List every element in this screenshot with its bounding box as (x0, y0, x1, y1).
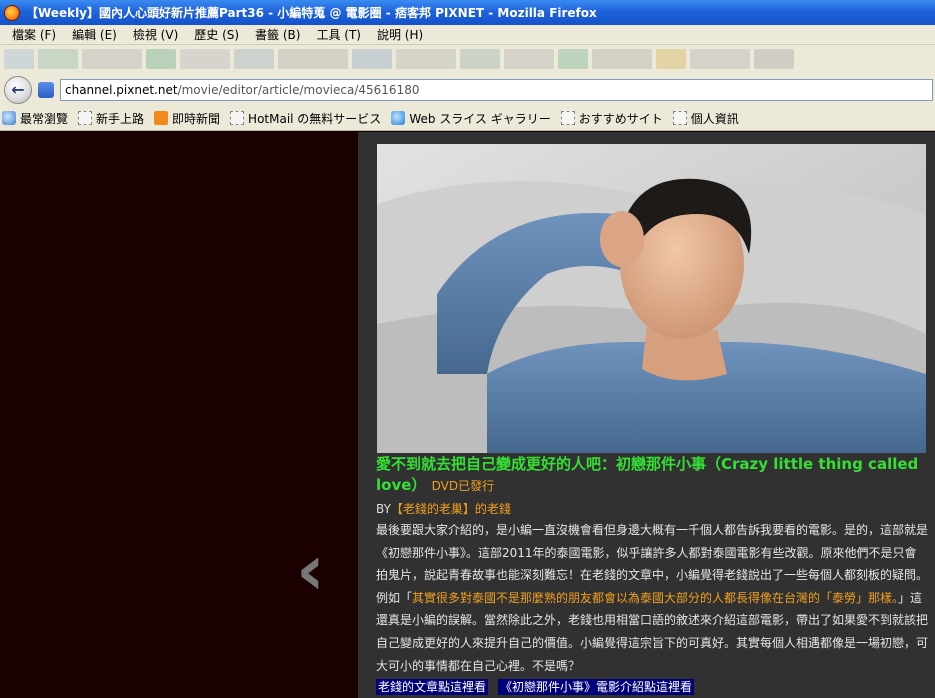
menu-bar: 檔案 (F) 編輯 (E) 檢視 (V) 歷史 (S) 書籤 (B) 工具 (T… (0, 25, 935, 45)
body-highlight: 其實很多對泰國不是那麼熟的朋友都會以為泰國大部分的人都長得像在台灣的「泰勞」那樣… (412, 590, 899, 605)
blurred-block (38, 49, 78, 69)
page-icon (230, 111, 245, 125)
previous-arrow-icon[interactable]: ‹ (296, 535, 336, 605)
blurred-block (234, 49, 274, 69)
blurred-block (754, 49, 794, 69)
bookmark-label: 新手上路 (96, 111, 145, 126)
article-section: 愛不到就去把自己變成更好的人吧：初戀那件小事（Crazy little thin… (376, 454, 928, 697)
bookmark-label: 即時新聞 (172, 111, 221, 126)
bookmark-label: おすすめサイト (578, 111, 663, 126)
movie-still-image (377, 144, 926, 453)
photo-illustration (377, 144, 926, 453)
byline-prefix: BY (376, 502, 391, 516)
blurred-block (592, 49, 652, 69)
blurred-block (656, 49, 686, 69)
window-titlebar: 【Weekly】國內人心頭好新片推薦Part36 - 小編特蒐 @ 電影圈 - … (0, 0, 935, 25)
bookmark-web-slice[interactable]: Web スライス ギャラリー (391, 110, 551, 127)
blurred-toolbar (0, 45, 935, 73)
menu-history[interactable]: 歷史 (S) (186, 26, 247, 43)
rss-icon (154, 111, 169, 125)
menu-tools[interactable]: 工具 (T) (308, 26, 369, 43)
url-domain: channel.pixnet.net (65, 82, 178, 97)
bookmark-label: HotMail の無料サービス (248, 111, 382, 126)
blurred-block (396, 49, 456, 69)
article-body: 最後要跟大家介紹的，是小編一直沒機會看但身邊大概有一千個人都告訴我要看的電影。是… (376, 519, 928, 677)
firefox-icon (4, 4, 20, 21)
bookmark-label: 最常瀏覽 (20, 111, 69, 126)
most-visited-icon (2, 111, 16, 125)
back-button[interactable]: ← (4, 75, 32, 104)
bookmark-most-visited[interactable]: 最常瀏覽 (2, 110, 68, 127)
page-left-background (0, 132, 358, 698)
site-favicon-icon (38, 81, 54, 98)
menu-edit[interactable]: 編輯 (E) (64, 26, 125, 43)
headline-tag: DVD已發行 (431, 479, 495, 493)
blurred-block (180, 49, 230, 69)
bookmarks-bar: 最常瀏覽 新手上路 即時新聞 HotMail の無料サービス Web スライス … (0, 106, 935, 131)
page-icon (672, 111, 687, 125)
bookmark-getting-started[interactable]: 新手上路 (78, 110, 144, 127)
article-byline: BY【老錢的老巢】的老錢 (376, 500, 928, 518)
bookmark-personal-info[interactable]: 個人資訊 (672, 110, 739, 127)
blurred-block (504, 49, 554, 69)
menu-help[interactable]: 說明 (H) (369, 26, 431, 43)
blurred-block (82, 49, 142, 69)
url-path: /movie/editor/article/movieca/45616180 (177, 82, 420, 97)
window-title: 【Weekly】國內人心頭好新片推薦Part36 - 小編特蒐 @ 電影圈 - … (26, 6, 597, 20)
ie-icon (391, 111, 406, 125)
menu-view[interactable]: 檢視 (V) (125, 26, 186, 43)
bookmark-recommended[interactable]: おすすめサイト (560, 110, 663, 127)
bookmark-hotmail[interactable]: HotMail の無料サービス (230, 110, 381, 127)
navigation-bar: ← channel.pixnet.net/movie/editor/articl… (0, 73, 935, 106)
article-headline[interactable]: 愛不到就去把自己變成更好的人吧：初戀那件小事（Crazy little thin… (376, 454, 928, 497)
bookmark-label: 個人資訊 (690, 111, 739, 126)
menu-bookmarks[interactable]: 書籤 (B) (247, 26, 308, 43)
bookmark-latest-news[interactable]: 即時新聞 (154, 110, 220, 127)
byline-author[interactable]: 【老錢的老巢】的老錢 (391, 502, 511, 516)
blurred-block (352, 49, 392, 69)
page-icon (560, 111, 575, 125)
blurred-block (558, 49, 588, 69)
url-input[interactable]: channel.pixnet.net/movie/editor/article/… (60, 78, 933, 101)
menu-file[interactable]: 檔案 (F) (4, 26, 64, 43)
article-links: 老錢的文章點這裡看 《初戀那件小事》電影介紹點這裡看 (376, 677, 928, 697)
back-arrow-icon: ← (11, 80, 25, 99)
blurred-block (278, 49, 348, 69)
blurred-block (146, 49, 176, 69)
blurred-block (4, 49, 34, 69)
author-article-link[interactable]: 老錢的文章點這裡看 (376, 679, 489, 696)
blurred-block (460, 49, 500, 69)
movie-intro-link[interactable]: 《初戀那件小事》電影介紹點這裡看 (498, 679, 695, 696)
bookmark-label: Web スライス ギャラリー (409, 111, 551, 126)
page-icon (78, 111, 93, 125)
blurred-block (690, 49, 750, 69)
